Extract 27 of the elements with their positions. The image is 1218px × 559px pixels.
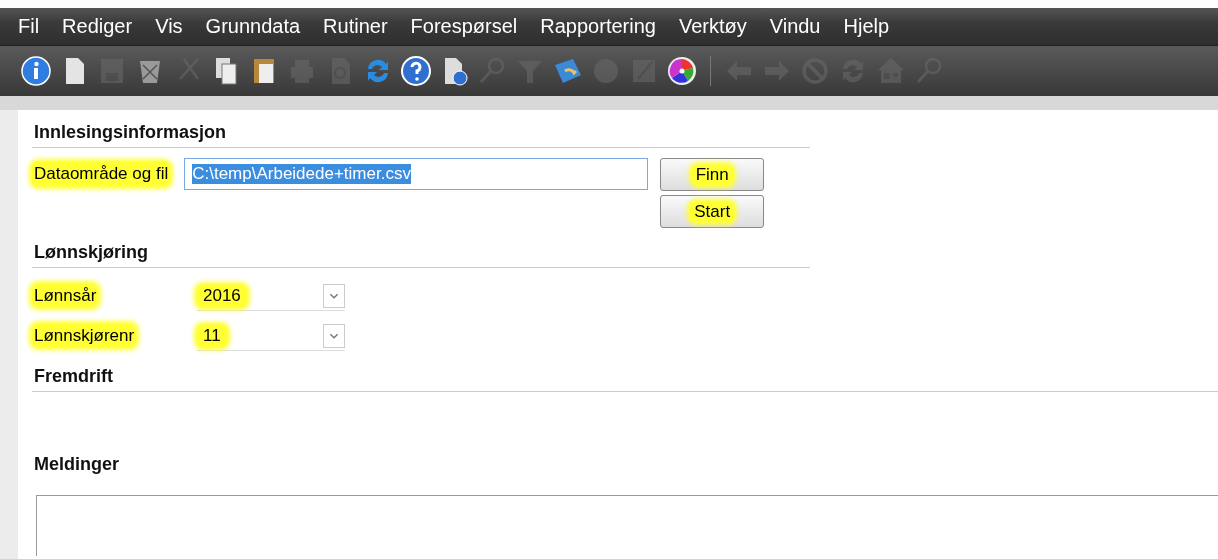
menu-item[interactable]: Vis [143, 15, 194, 38]
field-label: Dataområde og fil [32, 162, 171, 186]
menu-item[interactable]: Verktøy [666, 15, 758, 38]
messages-box[interactable] [36, 495, 1218, 556]
menu-item[interactable]: Rutiner [311, 15, 399, 38]
dropdown[interactable]: 11 [197, 321, 345, 351]
field-label: Lønnsår [32, 284, 99, 307]
menu-item[interactable]: Forespørsel [398, 15, 529, 38]
menu-item[interactable]: Hjelp [831, 15, 901, 38]
chevron-down-icon[interactable] [323, 283, 345, 308]
find-button[interactable]: Finn [660, 158, 765, 191]
menu-item[interactable]: Rediger [50, 15, 144, 38]
section-heading: Lønnskjøring [32, 238, 810, 268]
section-heading: Meldinger [33, 453, 120, 476]
start-button[interactable]: Start [660, 195, 765, 228]
menu-item[interactable]: Fil [6, 15, 51, 38]
help-icon[interactable] [400, 55, 432, 87]
field-label: Lønnskjørenr [32, 324, 137, 347]
section-heading: Fremdrift [32, 362, 1218, 392]
dropdown[interactable]: 2016 [197, 281, 345, 311]
section-heading: Innlesingsinformasjon [32, 118, 810, 148]
menu-item[interactable]: Grunndata [193, 15, 312, 38]
chevron-down-icon[interactable] [323, 323, 345, 348]
menu-item[interactable]: Vindu [757, 15, 832, 38]
info-icon[interactable] [20, 55, 52, 87]
color-wheel-icon[interactable] [666, 55, 698, 87]
menu-item[interactable]: Rapportering [528, 15, 667, 38]
